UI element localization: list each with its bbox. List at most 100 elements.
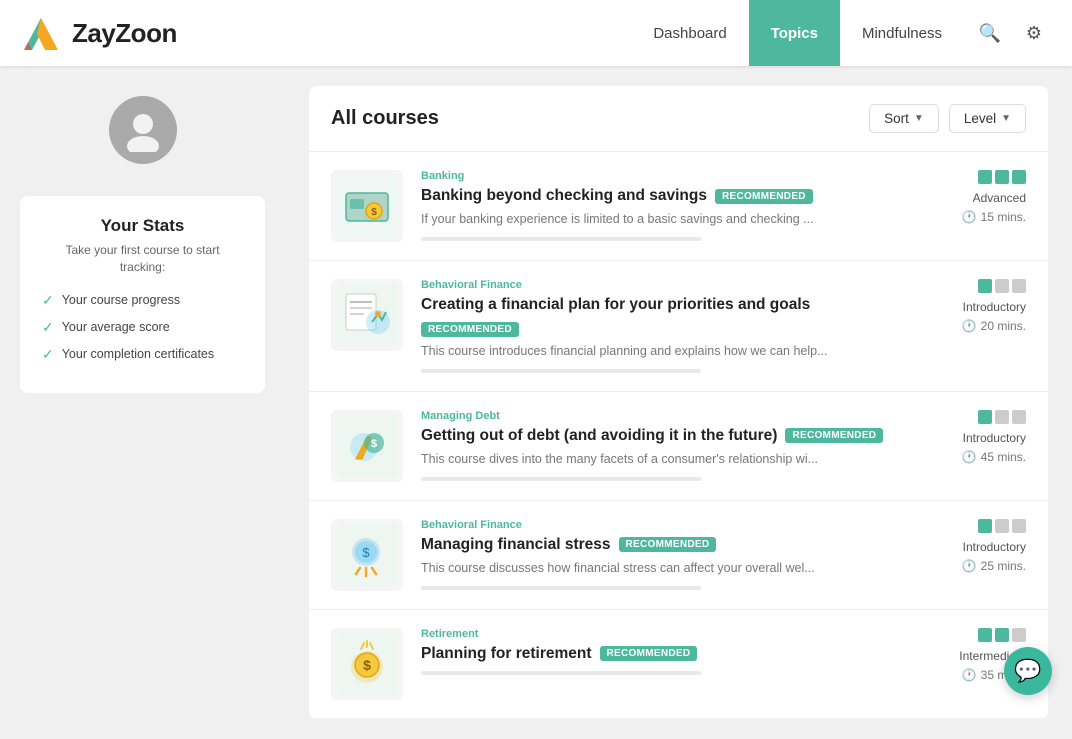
stress-thumbnail-icon: $ xyxy=(336,524,398,586)
course-thumbnail-4: $ xyxy=(331,519,403,591)
course-title-row-4: Managing financial stress RECOMMENDED xyxy=(421,536,888,554)
course-meta-3: Introductory 🕐 45 mins. xyxy=(906,410,1026,464)
badge-recommended-2: RECOMMENDED xyxy=(421,322,519,337)
course-thumbnail-3: $ xyxy=(331,410,403,482)
course-title-2: Creating a financial plan for your prior… xyxy=(421,296,810,314)
sort-button[interactable]: Sort ▼ xyxy=(869,104,939,133)
stats-title: Your Stats xyxy=(42,216,243,236)
time-row-4: 🕐 25 mins. xyxy=(962,559,1026,573)
table-row[interactable]: $ Managing Debt Getting out of debt (and… xyxy=(309,392,1048,501)
logo-text: ZayZoon xyxy=(72,18,177,49)
progress-bar-1 xyxy=(421,237,701,241)
dot-1-2 xyxy=(995,170,1009,184)
course-desc-3: This course dives into the many facets o… xyxy=(421,450,888,469)
svg-text:$: $ xyxy=(371,438,377,450)
table-row[interactable]: $ Banking Banking beyond checking and sa… xyxy=(309,152,1048,261)
dot-3-3 xyxy=(1012,410,1026,424)
search-icon[interactable]: 🔍 xyxy=(972,15,1008,51)
dot-2-1 xyxy=(978,279,992,293)
check-icon-1: ✓ xyxy=(42,292,54,309)
banking-thumbnail-icon: $ xyxy=(336,175,398,237)
person-icon xyxy=(121,108,165,152)
clock-icon-3: 🕐 xyxy=(962,450,977,464)
course-desc-2: This course introduces financial plannin… xyxy=(421,342,888,361)
clock-icon-5: 🕐 xyxy=(962,668,977,682)
dot-1-3 xyxy=(1012,170,1026,184)
progress-bar-5 xyxy=(421,671,701,675)
page-body: Your Stats Take your first course to sta… xyxy=(0,66,1072,739)
financial-plan-thumbnail-icon xyxy=(336,284,398,346)
course-thumbnail-5: $ xyxy=(331,628,403,700)
logo-area: ZayZoon xyxy=(20,12,631,54)
level-label-3: Introductory xyxy=(963,431,1026,445)
main-nav: Dashboard Topics Mindfulness xyxy=(631,0,964,66)
course-title-row-2: Creating a financial plan for your prior… xyxy=(421,296,888,337)
stat-average-score: ✓ Your average score xyxy=(42,319,243,336)
dot-4-3 xyxy=(1012,519,1026,533)
clock-icon-4: 🕐 xyxy=(962,559,977,573)
time-row-1: 🕐 15 mins. xyxy=(962,210,1026,224)
course-title-1: Banking beyond checking and savings xyxy=(421,187,707,205)
badge-recommended-1: RECOMMENDED xyxy=(715,189,813,204)
nav-mindfulness[interactable]: Mindfulness xyxy=(840,0,964,66)
level-dots-1 xyxy=(978,170,1026,184)
dot-2-3 xyxy=(1012,279,1026,293)
course-title-4: Managing financial stress xyxy=(421,536,611,554)
table-row[interactable]: Behavioral Finance Creating a financial … xyxy=(309,261,1048,392)
sort-chevron-icon: ▼ xyxy=(914,113,924,124)
dot-4-2 xyxy=(995,519,1009,533)
course-body-5: Retirement Planning for retirement RECOM… xyxy=(421,628,888,675)
dot-3-2 xyxy=(995,410,1009,424)
level-dots-5 xyxy=(978,628,1026,642)
level-dots-4 xyxy=(978,519,1026,533)
course-category-3: Managing Debt xyxy=(421,410,888,422)
progress-bar-4 xyxy=(421,586,701,590)
course-category-5: Retirement xyxy=(421,628,888,640)
course-body-1: Banking Banking beyond checking and savi… xyxy=(421,170,888,241)
dot-4-1 xyxy=(978,519,992,533)
time-value-4: 25 mins. xyxy=(981,559,1026,573)
course-body-4: Behavioral Finance Managing financial st… xyxy=(421,519,888,590)
course-title-3: Getting out of debt (and avoiding it in … xyxy=(421,427,777,445)
time-row-2: 🕐 20 mins. xyxy=(962,319,1026,333)
level-button[interactable]: Level ▼ xyxy=(949,104,1026,133)
dot-5-1 xyxy=(978,628,992,642)
courses-container: All courses Sort ▼ Level ▼ xyxy=(309,86,1048,719)
table-row[interactable]: $ Behavioral Finance Managing financial … xyxy=(309,501,1048,610)
page-title: All courses xyxy=(331,107,439,130)
settings-icon[interactable]: ⚙ xyxy=(1016,15,1052,51)
nav-topics[interactable]: Topics xyxy=(749,0,840,66)
stat-course-progress: ✓ Your course progress xyxy=(42,292,243,309)
course-category-1: Banking xyxy=(421,170,888,182)
check-icon-2: ✓ xyxy=(42,319,54,336)
time-value-1: 15 mins. xyxy=(981,210,1026,224)
course-meta-2: Introductory 🕐 20 mins. xyxy=(906,279,1026,333)
avatar xyxy=(109,96,177,164)
debt-thumbnail-icon: $ xyxy=(336,415,398,477)
svg-text:$: $ xyxy=(363,657,371,673)
badge-recommended-4: RECOMMENDED xyxy=(619,537,717,552)
level-dots-2 xyxy=(978,279,1026,293)
course-meta-4: Introductory 🕐 25 mins. xyxy=(906,519,1026,573)
level-label-4: Introductory xyxy=(963,540,1026,554)
dot-1-1 xyxy=(978,170,992,184)
header-controls: Sort ▼ Level ▼ xyxy=(869,104,1026,133)
courses-header: All courses Sort ▼ Level ▼ xyxy=(309,86,1048,152)
chat-bubble-button[interactable]: 💬 xyxy=(1004,647,1052,695)
progress-bar-2 xyxy=(421,369,701,373)
course-title-row-5: Planning for retirement RECOMMENDED xyxy=(421,645,888,663)
dot-3-1 xyxy=(978,410,992,424)
nav-dashboard[interactable]: Dashboard xyxy=(631,0,748,66)
course-thumbnail-1: $ xyxy=(331,170,403,242)
table-row[interactable]: $ Retirement Planning for retirement REC… xyxy=(309,610,1048,719)
course-category-2: Behavioral Finance xyxy=(421,279,888,291)
level-label-2: Introductory xyxy=(963,300,1026,314)
course-title-row-1: Banking beyond checking and savings RECO… xyxy=(421,187,888,205)
course-body-3: Managing Debt Getting out of debt (and a… xyxy=(421,410,888,481)
course-title-row-3: Getting out of debt (and avoiding it in … xyxy=(421,427,888,445)
svg-text:$: $ xyxy=(362,545,370,560)
time-value-2: 20 mins. xyxy=(981,319,1026,333)
clock-icon-1: 🕐 xyxy=(962,210,977,224)
dot-2-2 xyxy=(995,279,1009,293)
time-value-3: 45 mins. xyxy=(981,450,1026,464)
